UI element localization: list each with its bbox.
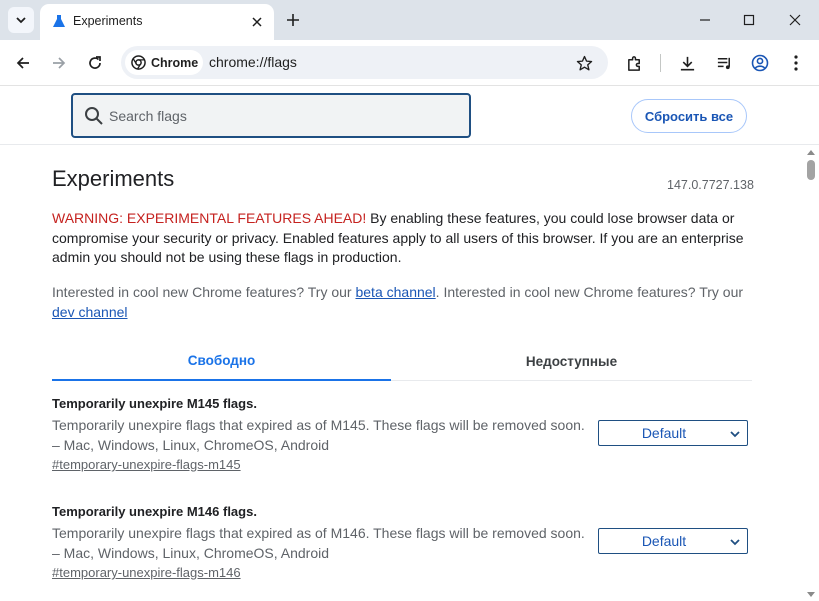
- close-icon: [252, 17, 262, 27]
- promo-text-1: Interested in cool new Chrome features? …: [52, 284, 356, 300]
- back-icon: [16, 57, 29, 69]
- forward-icon: [53, 57, 66, 69]
- flag-select-value: Default: [641, 425, 687, 441]
- vertical-scrollbar[interactable]: [804, 146, 819, 601]
- close-tab-button[interactable]: [248, 13, 266, 31]
- flask-icon: [53, 15, 65, 27]
- promo-text-2: . Interested in cool new Chrome features…: [435, 284, 744, 300]
- search-input[interactable]: [109, 105, 449, 127]
- reload-button[interactable]: [84, 52, 106, 74]
- flag-permalink[interactable]: #temporary-unexpire-flags-m145: [52, 457, 241, 472]
- chevron-down-icon: [16, 17, 26, 24]
- close-window-icon: [789, 14, 801, 26]
- media-control-button[interactable]: [713, 52, 735, 74]
- menu-icon: [794, 55, 798, 71]
- flags-tabs: Свободно Недоступные: [52, 341, 752, 381]
- new-tab-button[interactable]: [283, 10, 303, 30]
- version-label: 147.0.7727.138: [667, 178, 754, 192]
- reset-all-button[interactable]: Сбросить все: [631, 99, 747, 133]
- minimize-icon: [700, 19, 710, 21]
- flag-description: Temporarily unexpire flags that expired …: [52, 525, 585, 561]
- flags-header: Сбросить все: [0, 87, 819, 145]
- scroll-down-arrow[interactable]: [807, 592, 815, 597]
- extensions-button[interactable]: [623, 52, 645, 74]
- tab-unavailable[interactable]: Недоступные: [391, 341, 752, 381]
- tab-experiments[interactable]: Experiments: [40, 4, 274, 40]
- media-control-icon: [717, 57, 730, 69]
- site-info-chip[interactable]: Chrome: [125, 50, 203, 75]
- page-title: Experiments: [52, 166, 175, 191]
- search-icon: [85, 107, 103, 125]
- flag-state-select[interactable]: Default: [598, 420, 748, 446]
- download-icon: [680, 56, 694, 70]
- flag-description: Temporarily unexpire flags that expired …: [52, 417, 585, 453]
- warning-prefix: WARNING: EXPERIMENTAL FEATURES AHEAD!: [52, 210, 367, 226]
- scroll-thumb[interactable]: [807, 160, 815, 180]
- forward-button[interactable]: [48, 52, 70, 74]
- channel-promo: Interested in cool new Chrome features? …: [52, 283, 752, 322]
- maximize-icon: [743, 14, 755, 26]
- flag-state-select[interactable]: Default: [598, 528, 748, 554]
- tab-available[interactable]: Свободно: [52, 341, 391, 381]
- toolbar-separator: [660, 54, 661, 72]
- flag-name: Temporarily unexpire M146 flags.: [52, 504, 257, 519]
- bookmark-star-icon: [576, 55, 592, 70]
- extensions-icon: [627, 55, 640, 71]
- chip-label: Chrome: [151, 55, 199, 70]
- back-button[interactable]: [12, 52, 34, 74]
- close-window-button[interactable]: [785, 10, 805, 30]
- chevron-down-icon: [730, 431, 740, 438]
- flag-select-value: Default: [641, 533, 687, 549]
- bookmark-button[interactable]: [573, 52, 595, 74]
- profile-button[interactable]: [749, 52, 771, 74]
- flag-name: Temporarily unexpire M145 flags.: [52, 396, 257, 411]
- maximize-button[interactable]: [739, 10, 759, 30]
- beta-channel-link[interactable]: beta channel: [355, 284, 435, 300]
- flags-content: Experiments 147.0.7727.138 WARNING: EXPE…: [0, 146, 804, 601]
- plus-icon: [287, 14, 299, 26]
- tab-title: Experiments: [73, 14, 143, 28]
- flag-item: Temporarily unexpire M145 flags. Tempora…: [52, 396, 752, 474]
- tab-strip: Experiments: [0, 0, 819, 40]
- flag-item: Temporarily unexpire M146 flags. Tempora…: [52, 504, 752, 582]
- toolbar: Chrome chrome://flags: [0, 40, 819, 86]
- dev-channel-link[interactable]: dev channel: [52, 304, 128, 320]
- minimize-button[interactable]: [695, 10, 715, 30]
- chevron-down-icon: [730, 539, 740, 546]
- downloads-button[interactable]: [676, 52, 698, 74]
- address-bar[interactable]: Chrome chrome://flags: [121, 46, 608, 79]
- search-box[interactable]: [71, 93, 471, 138]
- scroll-up-arrow[interactable]: [807, 150, 815, 155]
- menu-button[interactable]: [785, 52, 807, 74]
- warning-text: WARNING: EXPERIMENTAL FEATURES AHEAD! By…: [52, 209, 752, 268]
- chrome-icon: [131, 55, 146, 70]
- flag-permalink[interactable]: #temporary-unexpire-flags-m146: [52, 565, 241, 580]
- url-text[interactable]: chrome://flags: [209, 54, 297, 70]
- profile-icon: [751, 54, 769, 72]
- tab-search-button[interactable]: [8, 7, 34, 33]
- reload-icon: [89, 56, 101, 69]
